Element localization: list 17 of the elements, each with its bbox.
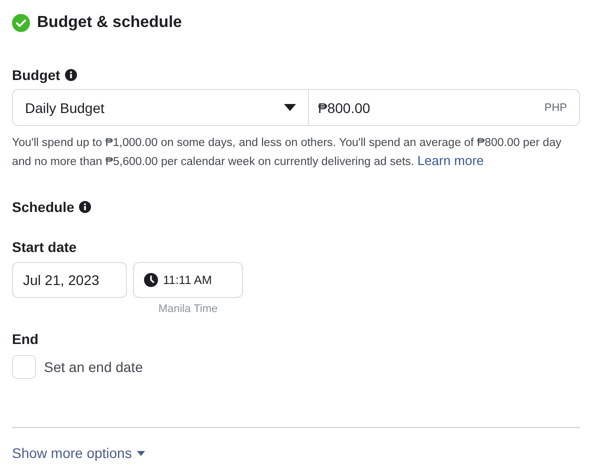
clock-icon (144, 273, 158, 287)
time-field[interactable]: 11:11 AM (133, 262, 243, 298)
budget-help-text: You'll spend up to ₱1,000.00 on some days, and less on others. You'll spend an average of ₱800.00 per day and no more than ₱5,600.00 per calendar week on currently delivering ad sets. Learn more (12, 136, 562, 170)
info-icon (79, 201, 92, 213)
section-title: Budget & schedule (37, 14, 182, 32)
field-label: Start date (12, 239, 77, 255)
checkbox-label: Set an end date (44, 359, 143, 375)
caret-icon (136, 450, 145, 456)
timezone-label: Manila Time (158, 303, 218, 315)
checkbox[interactable] (12, 355, 36, 379)
field-label: End (12, 331, 38, 347)
info-icon (65, 69, 78, 81)
date-field[interactable]: Jul 21, 2023 (12, 262, 127, 298)
field-label: Schedule (12, 199, 74, 215)
learn-more-link[interactable]: Learn more (417, 153, 484, 168)
field-label: Budget (12, 67, 60, 83)
show-more-options-link[interactable]: Show more options (12, 445, 145, 461)
